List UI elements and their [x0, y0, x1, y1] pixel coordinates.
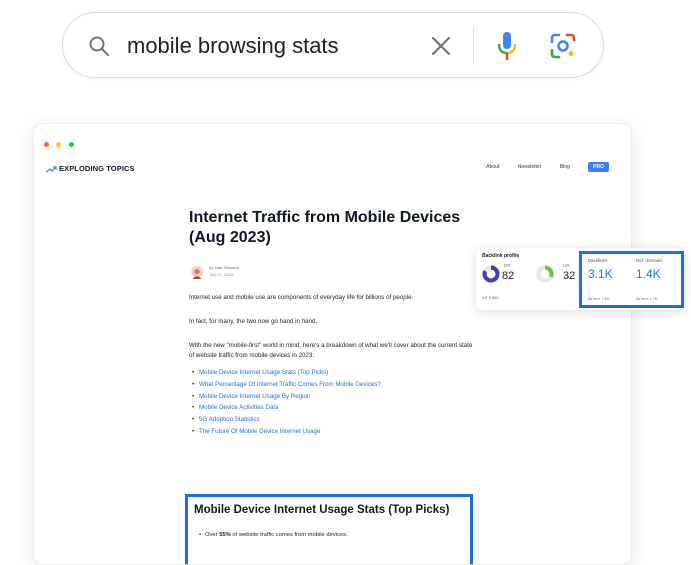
- list-item: Over 55% of website traffic comes from m…: [199, 530, 470, 540]
- ar-value: 5,360: [488, 295, 499, 300]
- avatar: [191, 266, 203, 279]
- backlinks-label: Backlinks: [588, 258, 608, 263]
- minimize-dot[interactable]: [56, 142, 62, 147]
- search-bar[interactable]: mobile browsing stats: [62, 12, 604, 78]
- close-dot[interactable]: [44, 142, 49, 147]
- section-heading: Mobile Device Internet Usage Stats (Top …: [194, 504, 450, 516]
- lens-icon[interactable]: [549, 32, 577, 60]
- trend-arrow-icon: [45, 165, 57, 172]
- dr-ring-chart: [482, 265, 500, 283]
- close-icon[interactable]: [429, 34, 453, 58]
- dr-value: 82: [502, 270, 515, 282]
- refdomains-value[interactable]: 1.4K: [636, 267, 661, 281]
- logo-text: EXPLODING TOPICS: [59, 164, 135, 173]
- dr-label: DR: [504, 263, 511, 268]
- article: Internet Traffic from Mobile Devices (Au…: [189, 208, 479, 438]
- maximize-dot[interactable]: [68, 142, 74, 147]
- highlighted-section: Mobile Device Internet Usage Stats (Top …: [185, 494, 473, 564]
- site-nav: About Newsletter Blog PRO: [469, 162, 609, 172]
- nav-about[interactable]: About: [486, 164, 499, 170]
- pro-button[interactable]: PRO: [588, 162, 609, 172]
- search-icon: [89, 36, 110, 57]
- search-divider: [473, 27, 474, 65]
- author-name[interactable]: by Josh Howarth: [209, 265, 239, 270]
- toc-link[interactable]: 5G Adoption Statistics: [192, 414, 479, 426]
- paragraph-3: With the new "mobile-first" world in min…: [189, 342, 473, 359]
- highlighted-backlink-stats: Backlinks 3.1K All time 7.6K Ref. domain…: [579, 251, 684, 308]
- nav-blog[interactable]: Blog: [560, 164, 570, 170]
- backlink-heading: Backlink profile: [482, 253, 520, 259]
- ur-ring-chart: [536, 265, 554, 283]
- toc-link[interactable]: Mobile Device Internet Usage Stats (Top …: [192, 367, 479, 379]
- backlinks-value[interactable]: 3.1K: [588, 267, 613, 281]
- refdomains-label: Ref. domains: [636, 258, 663, 263]
- site-logo[interactable]: EXPLODING TOPICS: [45, 164, 135, 173]
- publish-date: July 27, 2023: [209, 272, 233, 277]
- search-input[interactable]: mobile browsing stats: [127, 33, 339, 59]
- site-header: EXPLODING TOPICS About Newsletter Blog P…: [34, 158, 631, 178]
- ur-value: 32: [563, 270, 576, 282]
- window-controls: [44, 134, 77, 152]
- toc-link[interactable]: Mobile Device Activities Data: [192, 402, 479, 414]
- article-title: Internet Traffic from Mobile Devices (Au…: [189, 209, 461, 246]
- section-list: Over 55% of website traffic comes from m…: [188, 530, 470, 540]
- ur-label: UR: [563, 263, 570, 268]
- author-photo: [192, 268, 202, 279]
- backlinks-alltime: All time 7.6K: [588, 297, 610, 301]
- toc-link[interactable]: Mobile Device Internet Usage By Region: [192, 391, 479, 403]
- microphone-icon[interactable]: [495, 30, 519, 62]
- paragraph-2: In fact, for many, the two now go hand i…: [189, 318, 318, 325]
- refdomains-alltime: All time 1.7K: [636, 297, 658, 301]
- toc-link[interactable]: The Future Of Mobile Device Internet Usa…: [192, 426, 479, 438]
- table-of-contents: Mobile Device Internet Usage Stats (Top …: [189, 367, 479, 438]
- intro-paragraph: Internet use and mobile use are componen…: [189, 294, 414, 301]
- author-byline: by Josh Howarth July 27, 2023: [189, 264, 479, 284]
- ar-rank: AR 5,360: [482, 295, 499, 300]
- nav-newsletter[interactable]: Newsletter: [518, 164, 542, 170]
- toc-link[interactable]: What Percentage Of Internet Traffic Come…: [192, 379, 479, 391]
- browser-window: EXPLODING TOPICS About Newsletter Blog P…: [33, 123, 632, 565]
